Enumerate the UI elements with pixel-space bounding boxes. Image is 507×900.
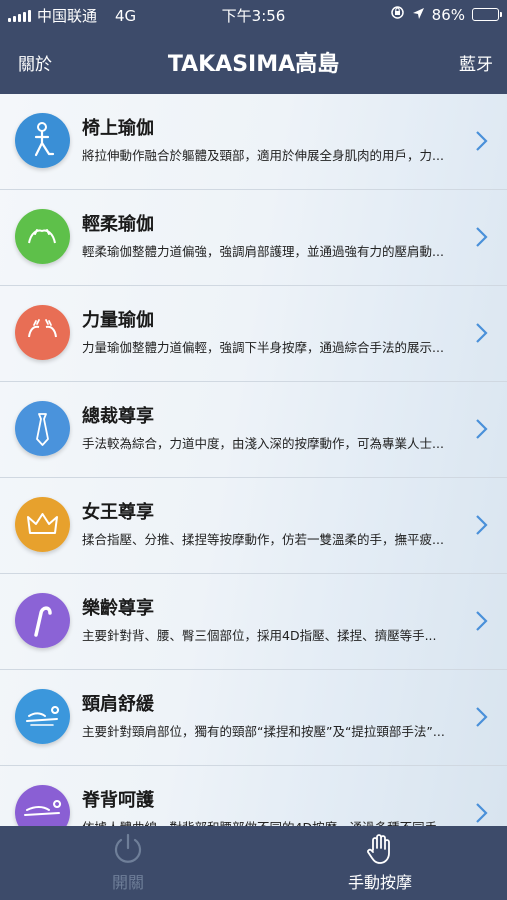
chevron-right-icon <box>476 707 488 727</box>
program-row[interactable]: 椅上瑜伽 將拉伸動作融合於軀體及頸部，適用於伸展全身肌肉的用戶，力... <box>0 94 507 190</box>
program-description: 力量瑜伽整體力道偏輕，強調下半身按摩，通過綜合手法的展示... <box>82 340 444 355</box>
program-title: 頸肩舒緩 <box>82 694 154 715</box>
program-title: 力量瑜伽 <box>82 310 154 331</box>
program-title: 脊背呵護 <box>82 790 154 811</box>
chevron-right-icon <box>476 323 488 343</box>
crown-icon <box>15 497 70 552</box>
top-bar: 中国联通 4G 下午3:56 86% 關於 TAKASIMA高島 藍牙 <box>0 0 507 94</box>
program-description: 將拉伸動作融合於軀體及頸部，適用於伸展全身肌肉的用戶，力... <box>82 148 444 163</box>
program-row[interactable]: 頸肩舒緩 主要針對頸肩部位，獨有的頸部“揉捏和按壓”及“提拉頸部手法”... <box>0 670 507 766</box>
nav-bar: 關於 TAKASIMA高島 藍牙 <box>0 30 507 92</box>
chevron-right-icon <box>476 227 488 247</box>
hands-icon <box>15 305 70 360</box>
cane-icon <box>15 593 70 648</box>
tab-manual-massage[interactable]: 手動按摩 <box>320 832 440 896</box>
program-row[interactable]: 力量瑜伽 力量瑜伽整體力道偏輕，強調下半身按摩，通過綜合手法的展示... <box>0 286 507 382</box>
location-icon <box>412 6 425 24</box>
about-button[interactable]: 關於 <box>18 50 52 75</box>
tab-power[interactable]: 開關 <box>68 832 188 896</box>
chevron-right-icon <box>476 611 488 631</box>
chevron-right-icon <box>476 803 488 823</box>
rotation-lock-icon <box>390 5 405 24</box>
chevron-right-icon <box>476 131 488 151</box>
program-row[interactable]: 脊背呵護 依據人體曲線，對背部和腰部做不同的4D按摩，通過多種不同手... <box>0 766 507 826</box>
program-description: 依據人體曲線，對背部和腰部做不同的4D按摩，通過多種不同手... <box>82 817 460 826</box>
program-title: 總裁尊享 <box>82 406 154 427</box>
program-description: 手法較為綜合，力道中度，由淺入深的按摩動作，可為專業人士... <box>82 436 444 451</box>
tab-bar: 開關 手動按摩 <box>0 826 507 900</box>
program-title: 女王尊享 <box>82 502 154 523</box>
power-icon <box>114 833 142 863</box>
page-title: TAKASIMA高島 <box>167 52 340 77</box>
battery-icon <box>472 8 502 21</box>
program-description: 輕柔瑜伽整體力道偏強，強調肩部護理，並通過強有力的壓肩動... <box>82 244 444 259</box>
necktie-icon <box>15 401 70 456</box>
status-bar: 中国联通 4G 下午3:56 86% <box>0 0 507 30</box>
neck-icon <box>15 689 70 744</box>
program-description: 揉合指壓、分推、揉捏等按摩動作，仿若一雙溫柔的手，撫平疲... <box>82 532 444 547</box>
program-list: 椅上瑜伽 將拉伸動作融合於軀體及頸部，適用於伸展全身肌肉的用戶，力... 輕柔瑜… <box>0 94 507 826</box>
program-row[interactable]: 女王尊享 揉合指壓、分推、揉捏等按摩動作，仿若一雙溫柔的手，撫平疲... <box>0 478 507 574</box>
tab-power-label: 開關 <box>111 873 144 892</box>
program-row[interactable]: 樂齡尊享 主要針對背、腰、臀三個部位，採用4D指壓、揉捏、擠壓等手... <box>0 574 507 670</box>
program-description: 主要針對頸肩部位，獨有的頸部“揉捏和按壓”及“提拉頸部手法”... <box>82 724 445 739</box>
chevron-right-icon <box>476 419 488 439</box>
program-title: 樂齡尊享 <box>82 598 154 619</box>
back-icon <box>15 785 70 826</box>
program-title: 椅上瑜伽 <box>82 118 154 139</box>
battery-percent: 86% <box>431 5 465 24</box>
tab-manual-label: 手動按摩 <box>347 873 412 892</box>
program-title: 輕柔瑜伽 <box>82 214 154 235</box>
seated-yoga-icon <box>15 113 70 168</box>
program-description: 主要針對背、腰、臀三個部位，採用4D指壓、揉捏、擠壓等手... <box>82 628 437 643</box>
bluetooth-button[interactable]: 藍牙 <box>459 50 493 75</box>
program-row[interactable]: 輕柔瑜伽 輕柔瑜伽整體力道偏強，強調肩部護理，並通過強有力的壓肩動... <box>0 190 507 286</box>
shoulders-icon <box>15 209 70 264</box>
chevron-right-icon <box>476 515 488 535</box>
program-row[interactable]: 總裁尊享 手法較為綜合，力道中度，由淺入深的按摩動作，可為專業人士... <box>0 382 507 478</box>
hand-icon <box>367 834 390 864</box>
